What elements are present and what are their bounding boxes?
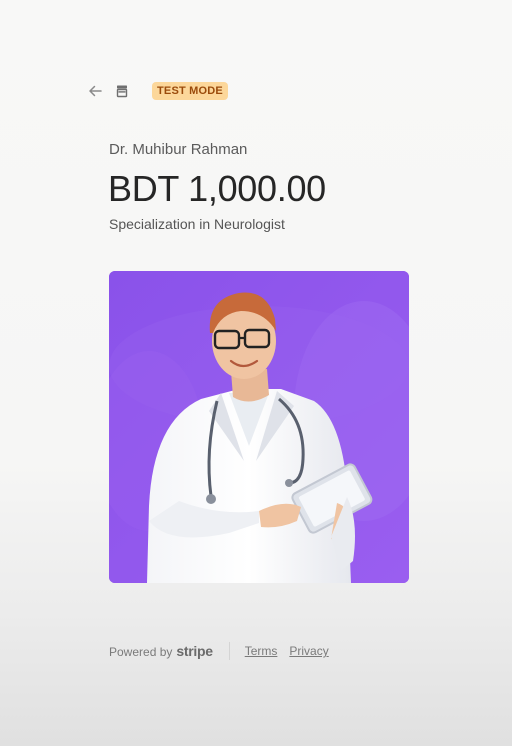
storefront-icon (114, 83, 130, 99)
arrow-left-icon (89, 85, 102, 97)
back-button[interactable] (86, 82, 104, 100)
test-mode-badge: TEST MODE (152, 82, 228, 100)
header-bar: TEST MODE (86, 80, 228, 102)
stripe-logo: stripe (176, 643, 213, 659)
product-image (109, 271, 409, 583)
footer-divider (228, 642, 230, 660)
product-description: Specialization in Neurologist (109, 216, 285, 232)
powered-by-label: Powered by (109, 645, 173, 659)
privacy-link[interactable]: Privacy (289, 644, 328, 658)
terms-link[interactable]: Terms (245, 644, 278, 658)
price-amount: BDT 1,000.00 (108, 168, 326, 209)
footer: Powered by stripe Terms Privacy (109, 642, 341, 660)
powered-by-stripe[interactable]: Powered by stripe (109, 643, 213, 659)
merchant-name: Dr. Muhibur Rahman (109, 141, 248, 158)
